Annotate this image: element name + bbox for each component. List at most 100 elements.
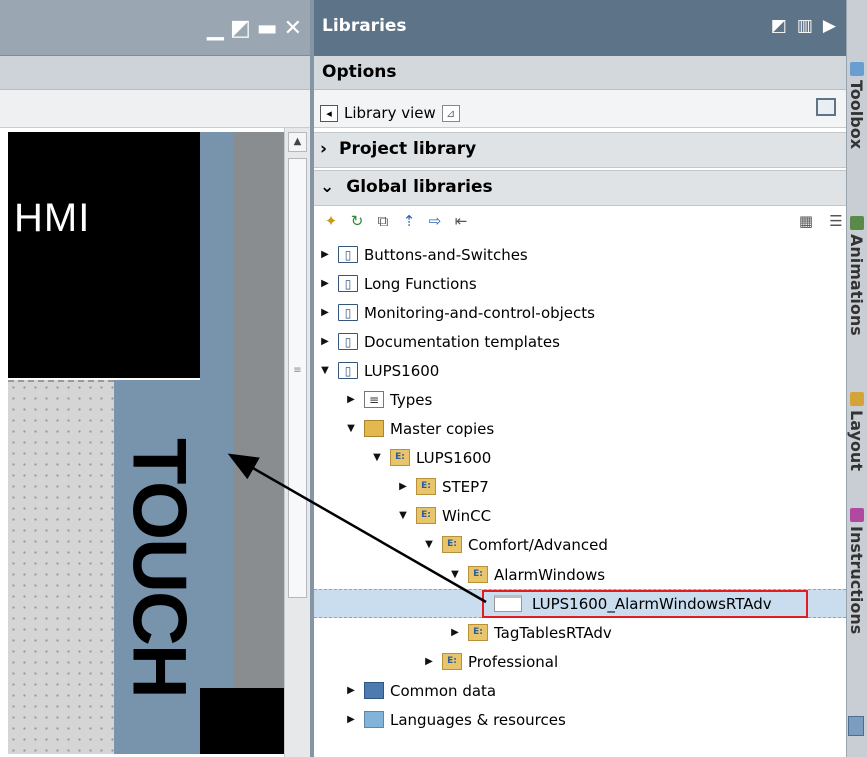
tree-item[interactable]: ▼ E: WinCC [314,501,846,530]
tree-item[interactable]: ▼ E: AlarmWindows [314,560,846,589]
collapse-icon[interactable]: ▼ [344,423,358,434]
tree-item[interactable]: ▶ Languages & resources [314,705,846,734]
touch-gray-column [234,132,284,688]
tree-item-label: LUPS1600 [364,361,440,380]
tree-item[interactable]: ▶ Common data [314,676,846,705]
expand-icon[interactable]: ▶ [318,307,332,318]
book-icon: ▯ [338,362,358,379]
collapse-icon[interactable]: ▼ [370,452,384,463]
alarm-window-drop-area[interactable] [8,380,114,754]
expand-icon[interactable]: ▶ [318,336,332,347]
properties-icon[interactable]: ▦ [797,212,815,230]
window-buttons: ▁ ◩ ▬ ✕ [207,12,310,44]
global-libraries-section[interactable]: ⌄ Global libraries [314,170,846,206]
tree-item[interactable]: ▶ ▯ Long Functions [314,269,846,298]
hmi-canvas[interactable]: HMI TOUCH [0,128,284,757]
collapse-right-icon[interactable]: ▶ [823,16,836,36]
touch-black-bar [200,688,284,754]
expand-icon[interactable]: ▶ [344,394,358,405]
project-library-section[interactable]: › Project library [314,132,846,168]
float-icon[interactable]: ◩ [771,16,787,36]
languages-icon [364,711,384,728]
update-library-icon[interactable]: ⇡ [400,212,418,230]
tree-item[interactable]: ▶ ▯ Monitoring-and-control-objects [314,298,846,327]
tree-item-label: Types [390,390,433,409]
tree-item[interactable]: ▶ ≡ Types [314,385,846,414]
minimize-icon[interactable]: ▁ [207,16,224,41]
scroll-thumb[interactable]: ≡ [288,158,307,598]
library-view-label[interactable]: Library view [344,104,436,122]
folder-icon: E: [390,449,410,466]
tree-item[interactable]: ▶ ▯ Documentation templates [314,327,846,356]
folder-icon: E: [442,653,462,670]
touch-label: TOUCH [116,437,202,697]
tree-item-label: AlarmWindows [494,565,606,584]
open-library-icon[interactable]: ↻ [348,212,366,230]
tab-animations[interactable]: Animations [846,212,867,382]
panel-toggle-icon[interactable] [816,98,836,116]
tree-item-label: Common data [390,681,497,700]
collapse-icon[interactable]: ▼ [318,365,332,376]
close-icon[interactable]: ✕ [284,16,302,41]
library-view-icon[interactable]: ◂ [320,104,338,122]
tree-item-label: Long Functions [364,274,477,293]
tree-item-label: Master copies [390,419,495,438]
tab-label: Instructions [847,526,866,635]
extra-tab-icon[interactable] [848,716,864,736]
restore-icon[interactable]: ◩ [230,16,251,41]
folder-icon: E: [468,624,488,641]
tree-item-label: Monitoring-and-control-objects [364,303,595,322]
book-icon: ▯ [338,275,358,292]
expand-icon[interactable]: ▶ [422,656,436,667]
export-library-icon[interactable]: ⇨ [426,212,444,230]
folder-icon: E: [416,478,436,495]
touch-blue-column [200,132,234,688]
expand-icon[interactable]: ▶ [344,714,358,725]
expand-icon[interactable]: ▶ [318,249,332,260]
tree-item-label: Documentation templates [364,332,560,351]
copy-library-icon[interactable]: ⧉ [374,212,392,230]
options-header[interactable]: Options [314,56,846,90]
tree-item[interactable]: ▼ ▯ LUPS1600 [314,356,846,385]
library-view-settings-icon[interactable]: ⊿ [441,104,460,122]
tab-instructions[interactable]: Instructions [846,504,867,694]
master-copies-icon [364,420,384,437]
toolbox-icon [849,62,864,76]
tab-label: Layout [847,410,866,471]
scroll-up-icon[interactable]: ▲ [288,132,307,152]
collapse-icon[interactable]: ▼ [396,510,410,521]
import-library-icon[interactable]: ⇤ [452,212,470,230]
expand-icon[interactable]: ▶ [396,481,410,492]
animations-icon [849,216,864,230]
library-toolbar-right: ▦ ☰ [797,212,845,230]
expand-icon[interactable]: ▶ [448,627,462,638]
tab-toolbox[interactable]: Toolbox [846,58,867,208]
book-icon: ▯ [338,333,358,350]
folder-icon: E: [442,536,462,553]
tree-item[interactable]: ▶ ▯ Buttons-and-Switches [314,240,846,269]
maximize-icon[interactable]: ▬ [257,16,278,41]
expand-icon[interactable]: ▶ [344,685,358,696]
collapse-icon[interactable]: ▼ [422,539,436,550]
editor-vertical-scrollbar[interactable]: ▲ ≡ [284,128,310,757]
scroll-grip-icon: ≡ [293,365,302,376]
tab-label: Animations [847,234,866,336]
new-library-icon[interactable]: ✦ [322,212,340,230]
tree-item[interactable]: ▶ E: TagTablesRTAdv [314,618,846,647]
touch-strip: TOUCH [114,380,204,754]
editor-title-bar: ▁ ◩ ▬ ✕ [0,0,310,56]
collapse-icon[interactable]: ▼ [448,569,462,580]
tab-layout[interactable]: Layout [846,388,867,498]
tree-item[interactable]: ▼ Master copies [314,414,846,443]
tree-item-label: LUPS1600 [416,448,492,467]
global-libraries-label: Global libraries [346,177,493,197]
tree-item[interactable]: ▶ E: Professional [314,647,846,676]
tree-item[interactable]: ▼ E: Comfort/Advanced [314,530,846,559]
global-libraries-toolbar: ✦ ↻ ⧉ ⇡ ⇨ ⇤ [314,206,846,240]
types-icon: ≡ [364,391,384,408]
list-view-icon[interactable]: ☰ [827,212,845,230]
expand-icon[interactable]: ▶ [318,278,332,289]
columns-icon[interactable]: ▥ [797,16,813,36]
tree-item[interactable]: ▼ E: LUPS1600 [314,443,846,472]
tree-item[interactable]: ▶ E: STEP7 [314,472,846,501]
